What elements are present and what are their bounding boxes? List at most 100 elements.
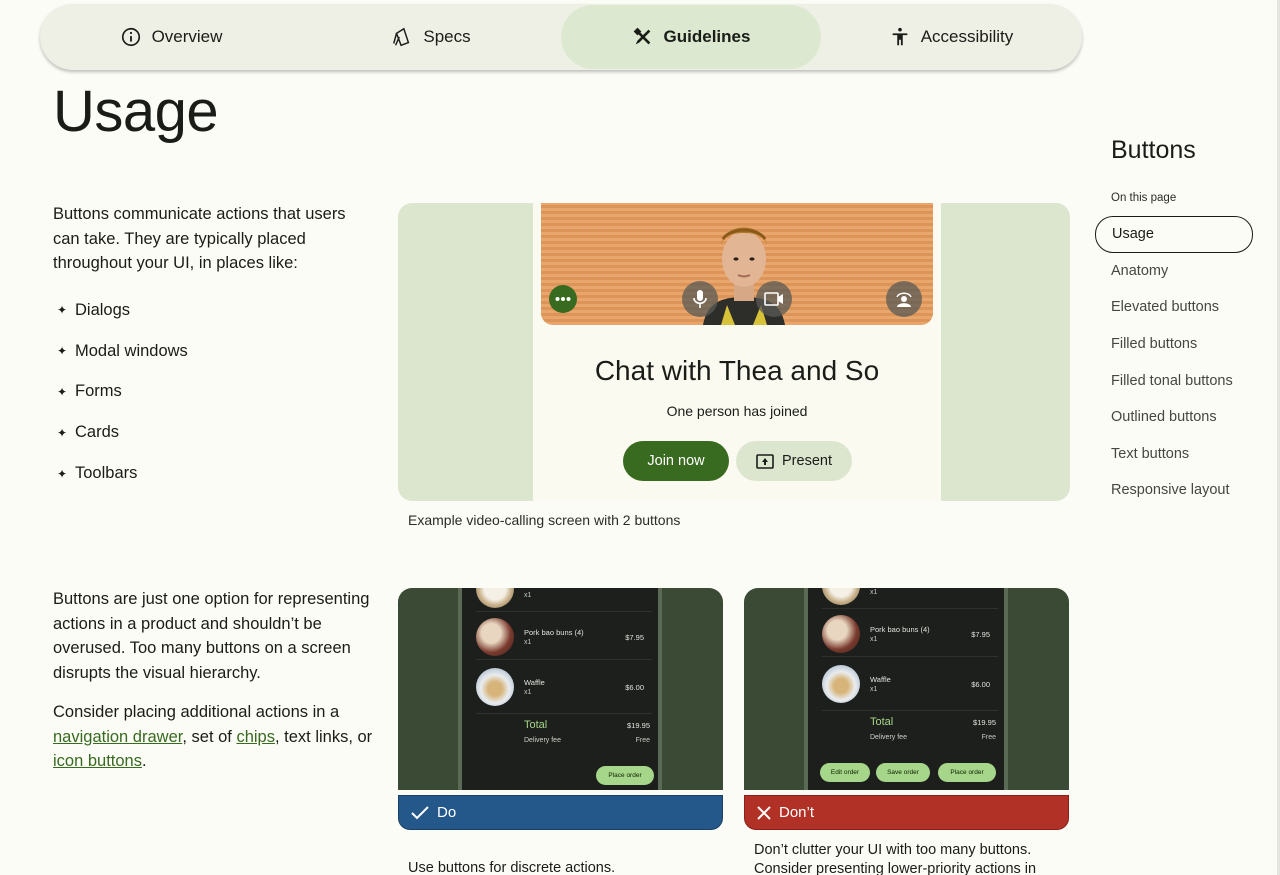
item-qty: x1 xyxy=(524,689,532,696)
item-name: Pork bao buns (4) xyxy=(870,625,930,634)
sidebar-item-responsive-layout[interactable]: Responsive layout xyxy=(1095,472,1253,509)
background-effects-button[interactable] xyxy=(886,281,922,317)
item-qty: x1 xyxy=(524,639,532,646)
edit-order-button[interactable]: Edit order xyxy=(820,763,870,782)
present-button-label: Present xyxy=(782,453,832,469)
page-title: Usage xyxy=(53,79,219,144)
dont-caption: Don’t clutter your UI with too many butt… xyxy=(754,842,1037,875)
tab-accessibility-label: Accessibility xyxy=(920,27,1014,46)
delivery-value: Free xyxy=(981,734,996,741)
list-item: ✦ Cards xyxy=(57,412,188,453)
videocam-icon xyxy=(764,292,783,306)
dont-label: Don’t xyxy=(779,804,815,821)
chips-link[interactable]: chips xyxy=(236,728,275,746)
overuse-paragraph: Buttons are just one option for represen… xyxy=(53,590,370,682)
list-item: ✦ Toolbars xyxy=(57,453,188,494)
sidebar-item-elevated-buttons[interactable]: Elevated buttons xyxy=(1095,289,1253,326)
join-now-button[interactable]: Join now xyxy=(623,441,729,481)
food-image xyxy=(476,588,514,608)
delivery-label: Delivery fee xyxy=(870,734,907,741)
chat-subtitle: One person has joined xyxy=(666,403,808,419)
sidebar-title: Buttons xyxy=(1111,136,1196,164)
save-order-button[interactable]: Save order xyxy=(876,763,930,782)
item-qty: x1 xyxy=(870,686,878,693)
total-price: $19.95 xyxy=(973,718,996,727)
tab-overview[interactable]: Overview xyxy=(41,5,301,69)
intro-paragraph: Buttons communicate actions that users c… xyxy=(53,205,346,272)
present-to-all-icon xyxy=(756,453,774,469)
list-item-label: Forms xyxy=(75,382,122,401)
text-span: , text links, or xyxy=(274,727,373,746)
present-button[interactable]: Present xyxy=(736,441,852,481)
place-order-button[interactable]: Place order xyxy=(596,766,654,785)
text-span: , set of xyxy=(182,727,237,746)
tab-accessibility[interactable]: Accessibility xyxy=(821,5,1081,69)
tab-specs-label: Specs xyxy=(423,27,471,46)
tab-bar: Overview Specs Guidelines Accessibility xyxy=(40,4,1082,70)
icon-buttons-link[interactable]: icon buttons xyxy=(53,752,142,770)
item-name: Waffle xyxy=(870,675,891,684)
chat-title: Chat with Thea and So xyxy=(594,355,880,386)
accessibility-icon xyxy=(892,27,908,46)
delivery-label: Delivery fee xyxy=(524,737,561,744)
sidebar-item-filled-buttons[interactable]: Filled buttons xyxy=(1095,326,1253,363)
sparkle-icon: ✦ xyxy=(57,303,68,318)
do-caption: Use buttons for discrete actions. xyxy=(408,860,616,875)
sparkle-icon: ✦ xyxy=(57,466,68,481)
video-call-card: Chat with Thea and So One person has joi… xyxy=(533,203,941,501)
do-label: Do xyxy=(437,804,457,821)
order-row: Pork bao buns (4) x1 $7.95 xyxy=(822,609,998,657)
text-span: . xyxy=(141,752,147,770)
item-name: Pork bao buns (4) xyxy=(524,628,584,637)
alternatives-paragraph: Consider placing additional actions in a… xyxy=(53,700,383,774)
place-order-button[interactable]: Place order xyxy=(938,763,996,782)
dont-banner: Don’t xyxy=(744,795,1069,830)
on-this-page-nav: Usage Anatomy Elevated buttons Filled bu… xyxy=(1095,216,1253,509)
order-row: x1 xyxy=(822,588,998,609)
microphone-button[interactable] xyxy=(682,281,718,317)
sidebar-item-filled-tonal-buttons[interactable]: Filled tonal buttons xyxy=(1095,362,1253,399)
food-image xyxy=(822,665,860,703)
food-image xyxy=(822,615,860,653)
list-item: ✦ Forms xyxy=(57,372,188,413)
check-icon xyxy=(411,805,429,819)
sidebar-item-anatomy[interactable]: Anatomy xyxy=(1095,253,1253,290)
phone-screen: x1 Pork bao buns (4) x1 $7.95 Waffle x1 … xyxy=(804,588,1008,790)
sparkle-icon: ✦ xyxy=(57,384,68,399)
list-item-label: Toolbars xyxy=(75,464,138,483)
sparkle-icon: ✦ xyxy=(57,425,68,440)
item-qty: x1 xyxy=(870,636,878,643)
item-qty: x1 xyxy=(870,589,878,596)
item-name: Waffle xyxy=(524,678,545,687)
tab-specs[interactable]: Specs xyxy=(301,5,561,69)
item-price: $6.00 xyxy=(625,683,644,692)
item-qty: x1 xyxy=(524,592,532,599)
total-label: Total xyxy=(870,716,894,728)
item-price: $7.95 xyxy=(625,633,644,642)
specs-icon xyxy=(393,27,410,47)
tab-guidelines-label: Guidelines xyxy=(663,27,751,46)
sparkle-icon: ✦ xyxy=(57,344,68,359)
list-item-label: Modal windows xyxy=(75,341,188,360)
sidebar-subtitle: On this page xyxy=(1111,192,1177,204)
list-item: ✦ Modal windows xyxy=(57,331,188,372)
video-call-example-figure: Chat with Thea and So One person has joi… xyxy=(398,203,1070,501)
close-icon xyxy=(757,805,771,820)
sidebar-item-usage[interactable]: Usage xyxy=(1095,216,1253,253)
sidebar-item-outlined-buttons[interactable]: Outlined buttons xyxy=(1095,399,1253,436)
more-options-button[interactable] xyxy=(549,285,577,313)
tab-guidelines[interactable]: Guidelines xyxy=(561,5,821,69)
list-item: ✦ Dialogs xyxy=(57,290,188,331)
design-tools-icon xyxy=(633,27,650,45)
placement-list: ✦ Dialogs ✦ Modal windows ✦ Forms ✦ Cards ✦ T… xyxy=(57,290,188,494)
phone-screen: x1 Pork bao buns (4) x1 $7.95 Waffle x1 … xyxy=(458,588,662,790)
list-item-label: Cards xyxy=(75,423,120,442)
figure-caption: Example video-calling screen with 2 butt… xyxy=(408,512,681,528)
info-icon xyxy=(121,27,140,47)
total-price: $19.95 xyxy=(627,721,650,730)
more-horiz-icon xyxy=(555,297,571,301)
navigation-drawer-link[interactable]: navigation drawer xyxy=(53,728,182,746)
camera-button[interactable] xyxy=(756,281,792,317)
total-label: Total xyxy=(524,719,548,731)
sidebar-item-text-buttons[interactable]: Text buttons xyxy=(1095,436,1253,473)
